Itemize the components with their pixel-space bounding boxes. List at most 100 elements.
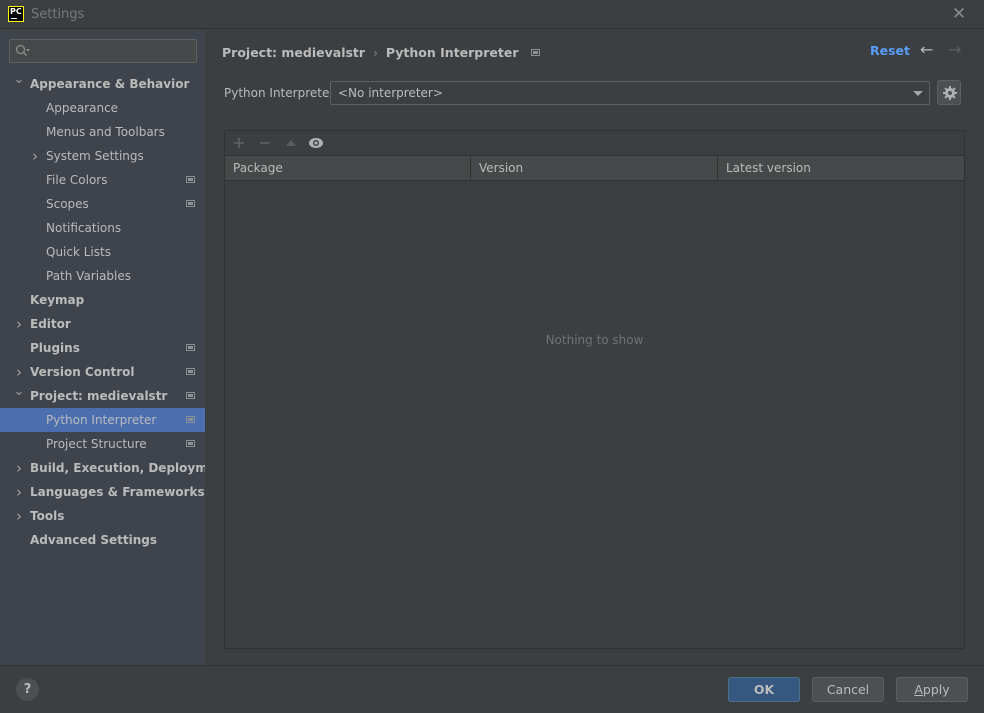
sidebar-item-label: Languages & Frameworks: [30, 485, 205, 499]
chevron-down-icon[interactable]: ⌄: [13, 68, 25, 92]
sidebar-item-label: Version Control: [30, 365, 135, 379]
upgrade-package-button[interactable]: [281, 134, 301, 152]
packages-toolbar: + −: [225, 131, 964, 156]
sidebar-item-label: Quick Lists: [46, 245, 111, 259]
project-level-icon: [186, 176, 195, 183]
settings-sidebar: ⌄ Appearance & Behavior Appearance Menus an…: [0, 30, 230, 665]
sidebar-item-project-structure[interactable]: Project Structure: [0, 432, 205, 456]
sidebar-item-label: Notifications: [46, 221, 122, 235]
chevron-down-icon[interactable]: ⌄: [13, 380, 25, 404]
title-bar: PC Settings ✕: [0, 0, 984, 29]
sidebar-item-file-colors[interactable]: File Colors: [0, 168, 205, 192]
sidebar-item-label: Project Structure: [46, 437, 147, 451]
chevron-right-icon[interactable]: ›: [13, 456, 25, 480]
close-icon: ✕: [951, 4, 967, 24]
window-title: Settings: [31, 7, 85, 22]
search-icon: [15, 44, 30, 57]
breadcrumb-parent[interactable]: Project: medievalstr: [222, 45, 365, 60]
breadcrumb-separator: ›: [373, 45, 378, 60]
sidebar-item-menus-and-toolbars[interactable]: Menus and Toolbars: [0, 120, 205, 144]
sidebar-item-tools[interactable]: › Tools: [0, 504, 205, 528]
eye-icon: [309, 138, 323, 148]
sidebar-item-label: Path Variables: [46, 269, 132, 283]
sidebar-item-label: Scopes: [46, 197, 89, 211]
upgrade-triangle-icon: [286, 140, 296, 146]
breadcrumb-current: Python Interpreter: [385, 45, 519, 60]
sidebar-item-label: Python Interpreter: [46, 413, 157, 427]
sidebar-item-label: Keymap: [30, 293, 85, 307]
settings-search-input[interactable]: [9, 39, 197, 63]
sidebar-item-label: System Settings: [46, 149, 144, 163]
apply-mnemonic: A: [914, 682, 923, 697]
cancel-button[interactable]: Cancel: [812, 677, 884, 702]
project-level-icon: [186, 368, 195, 375]
sidebar-item-python-interpreter[interactable]: Python Interpreter: [0, 408, 205, 432]
sidebar-item-appearance[interactable]: Appearance: [0, 96, 205, 120]
sidebar-item-label: Tools: [30, 509, 65, 523]
project-level-icon: [186, 440, 195, 447]
apply-label: pply: [922, 682, 950, 697]
sidebar-item-label: Menus and Toolbars: [46, 125, 165, 139]
project-level-icon: [186, 200, 195, 207]
plus-icon: +: [232, 133, 246, 152]
sidebar-item-label: Advanced Settings: [30, 533, 158, 547]
project-level-icon: [186, 416, 195, 423]
column-header-latest-version[interactable]: Latest version: [718, 156, 964, 180]
interpreter-settings-button[interactable]: [937, 80, 961, 105]
sidebar-item-label: Appearance & Behavior: [30, 77, 190, 91]
uninstall-package-button[interactable]: −: [255, 134, 275, 152]
ok-button[interactable]: OK: [728, 677, 800, 702]
sidebar-item-quick-lists[interactable]: Quick Lists: [0, 240, 205, 264]
chevron-right-icon[interactable]: ›: [13, 312, 25, 336]
settings-tree: ⌄ Appearance & Behavior Appearance Menus an…: [0, 72, 230, 552]
minus-icon: −: [258, 133, 272, 152]
column-header-package[interactable]: Package: [225, 156, 471, 180]
chevron-right-icon[interactable]: ›: [29, 144, 41, 168]
sidebar-item-version-control[interactable]: › Version Control: [0, 360, 205, 384]
interpreter-value: <No interpreter>: [338, 86, 443, 100]
close-button[interactable]: ✕: [950, 5, 968, 23]
sidebar-item-label: Build, Execution, Deployment: [30, 461, 231, 475]
sidebar-item-label: Plugins: [30, 341, 80, 355]
sidebar-item-label: Project: medievalstr: [30, 389, 168, 403]
empty-table-message: Nothing to show: [545, 333, 644, 347]
sidebar-item-label: Editor: [30, 317, 71, 331]
sidebar-item-notifications[interactable]: Notifications: [0, 216, 205, 240]
forward-arrow-icon[interactable]: →: [948, 40, 961, 59]
pycharm-logo-icon: PC: [8, 6, 24, 22]
settings-content: Project: medievalstr › Python Interpreter …: [205, 30, 984, 665]
gear-icon: [943, 86, 957, 100]
back-arrow-icon[interactable]: ←: [920, 40, 933, 59]
chevron-down-icon: [913, 91, 923, 96]
project-level-icon: [186, 344, 195, 351]
apply-button[interactable]: Apply: [896, 677, 968, 702]
help-button[interactable]: ?: [16, 678, 39, 701]
sidebar-item-scopes[interactable]: Scopes: [0, 192, 205, 216]
sidebar-item-system-settings[interactable]: › System Settings: [0, 144, 205, 168]
python-interpreter-dropdown[interactable]: <No interpreter>: [330, 81, 930, 105]
sidebar-item-plugins[interactable]: Plugins: [0, 336, 205, 360]
reset-link[interactable]: Reset: [870, 43, 910, 58]
sidebar-item-label: File Colors: [46, 173, 108, 187]
show-early-releases-button[interactable]: [306, 134, 326, 152]
install-package-button[interactable]: +: [229, 134, 249, 152]
project-level-icon: [186, 392, 195, 399]
breadcrumb: Project: medievalstr › Python Interpreter: [222, 44, 540, 60]
packages-panel: + − Package Version Latest version Nothi…: [224, 130, 965, 649]
chevron-right-icon[interactable]: ›: [13, 480, 25, 504]
sidebar-item-languages-frameworks[interactable]: › Languages & Frameworks: [0, 480, 205, 504]
sidebar-item-path-variables[interactable]: Path Variables: [0, 264, 205, 288]
sidebar-item-label: Appearance: [46, 101, 119, 115]
python-interpreter-label: Python Interpreter:: [224, 86, 339, 100]
sidebar-item-appearance-behavior[interactable]: ⌄ Appearance & Behavior: [0, 72, 205, 96]
sidebar-item-editor[interactable]: › Editor: [0, 312, 205, 336]
column-header-version[interactable]: Version: [471, 156, 718, 180]
sidebar-item-project-medievalstr[interactable]: ⌄ Project: medievalstr: [0, 384, 205, 408]
sidebar-item-advanced-settings[interactable]: Advanced Settings: [0, 528, 205, 552]
chevron-right-icon[interactable]: ›: [13, 504, 25, 528]
sidebar-item-keymap[interactable]: Keymap: [0, 288, 205, 312]
sidebar-item-build-execution-deployment[interactable]: › Build, Execution, Deployment: [0, 456, 230, 480]
packages-table-header: Package Version Latest version: [225, 156, 964, 181]
project-level-icon: [530, 49, 540, 56]
dialog-footer: ? OK Cancel Apply: [0, 665, 984, 713]
